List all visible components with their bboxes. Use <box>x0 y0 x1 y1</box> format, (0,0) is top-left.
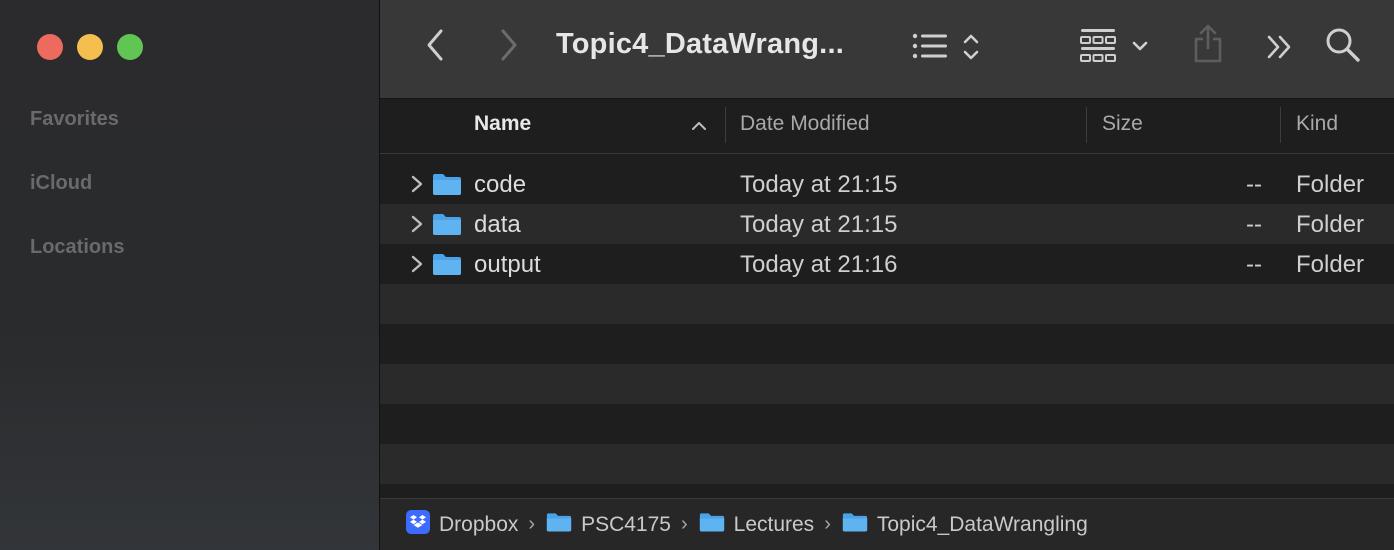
folder-icon <box>432 212 462 241</box>
empty-row <box>380 324 1394 364</box>
file-kind: Folder <box>1296 171 1365 198</box>
folder-icon <box>546 511 572 539</box>
file-date: Today at 21:16 <box>740 251 898 278</box>
table-row[interactable]: output Today at 21:16 -- Folder <box>380 244 1394 284</box>
table-row[interactable]: code Today at 21:15 -- Folder <box>380 164 1394 204</box>
empty-row <box>380 444 1394 484</box>
folder-icon <box>842 511 868 539</box>
breadcrumb-psc4175[interactable]: PSC4175 <box>546 511 671 539</box>
search-icon[interactable] <box>1324 26 1362 64</box>
breadcrumb-label: Lectures <box>733 512 815 536</box>
sidebar-section-icloud[interactable]: iCloud <box>30 172 92 195</box>
breadcrumb-separator-icon: › <box>824 513 831 535</box>
breadcrumb-separator-icon: › <box>528 513 536 535</box>
empty-row <box>380 284 1394 324</box>
back-chevron-icon[interactable] <box>418 26 452 64</box>
file-name: data <box>474 211 521 238</box>
file-list: code Today at 21:15 -- Folder data Today… <box>380 164 1394 484</box>
chevron-down-icon[interactable] <box>1130 36 1150 56</box>
dropbox-icon <box>406 509 430 540</box>
forward-chevron-icon[interactable] <box>492 26 526 64</box>
path-bar: Dropbox › PSC4175 › Lectures › Topic4_Da… <box>380 498 1394 550</box>
breadcrumb-label: PSC4175 <box>581 512 671 536</box>
breadcrumb-lectures[interactable]: Lectures <box>699 511 815 539</box>
window-controls <box>37 34 143 60</box>
sort-ascending-icon[interactable] <box>688 117 710 135</box>
sort-updown-icon[interactable] <box>960 30 982 64</box>
sidebar-section-favorites[interactable]: Favorites <box>30 108 119 131</box>
zoom-button[interactable] <box>117 34 143 60</box>
folder-icon <box>699 511 725 539</box>
finder-main: Topic4_DataWrang... Name Date Modified S… <box>380 0 1394 550</box>
disclosure-chevron-icon[interactable] <box>410 174 424 199</box>
file-name: code <box>474 171 527 198</box>
column-divider[interactable] <box>725 107 726 143</box>
folder-icon <box>432 252 462 281</box>
file-size: -- <box>1246 251 1262 278</box>
table-row[interactable]: data Today at 21:15 -- Folder <box>380 204 1394 244</box>
icon-grid-group-icon[interactable] <box>1078 26 1118 66</box>
breadcrumb-separator-icon: › <box>680 513 688 535</box>
minimize-button[interactable] <box>77 34 103 60</box>
window-title: Topic4_DataWrang... <box>556 28 844 60</box>
column-size-header[interactable]: Size <box>1102 99 1143 153</box>
share-icon[interactable] <box>1191 22 1225 66</box>
close-button[interactable] <box>37 34 63 60</box>
folder-icon <box>432 172 462 201</box>
column-divider[interactable] <box>1280 107 1281 143</box>
column-kind-header[interactable]: Kind <box>1296 99 1338 153</box>
breadcrumb-topic4[interactable]: Topic4_DataWrangling <box>842 511 1088 539</box>
breadcrumb-label: Topic4_DataWrangling <box>876 512 1088 536</box>
empty-row <box>380 404 1394 444</box>
column-name-header[interactable]: Name <box>474 99 531 153</box>
file-size: -- <box>1246 211 1262 238</box>
sidebar: Favorites iCloud Locations <box>0 0 380 550</box>
file-name: output <box>474 251 541 278</box>
sidebar-section-locations[interactable]: Locations <box>30 236 124 259</box>
file-date: Today at 21:15 <box>740 211 898 238</box>
disclosure-chevron-icon[interactable] <box>410 214 424 239</box>
file-date: Today at 21:15 <box>740 171 898 198</box>
column-date-header[interactable]: Date Modified <box>740 99 870 153</box>
file-kind: Folder <box>1296 251 1365 278</box>
column-divider[interactable] <box>1086 107 1087 143</box>
disclosure-chevron-icon[interactable] <box>410 254 424 279</box>
more-chevrons-icon[interactable] <box>1264 32 1296 62</box>
column-header: Name Date Modified Size Kind <box>380 99 1394 154</box>
file-kind: Folder <box>1296 211 1365 238</box>
toolbar: Topic4_DataWrang... <box>380 0 1394 99</box>
empty-row <box>380 364 1394 404</box>
breadcrumb-label: Dropbox <box>439 512 519 536</box>
file-size: -- <box>1246 171 1262 198</box>
breadcrumb-dropbox[interactable]: Dropbox <box>406 509 519 540</box>
list-view-icon[interactable] <box>910 30 950 62</box>
